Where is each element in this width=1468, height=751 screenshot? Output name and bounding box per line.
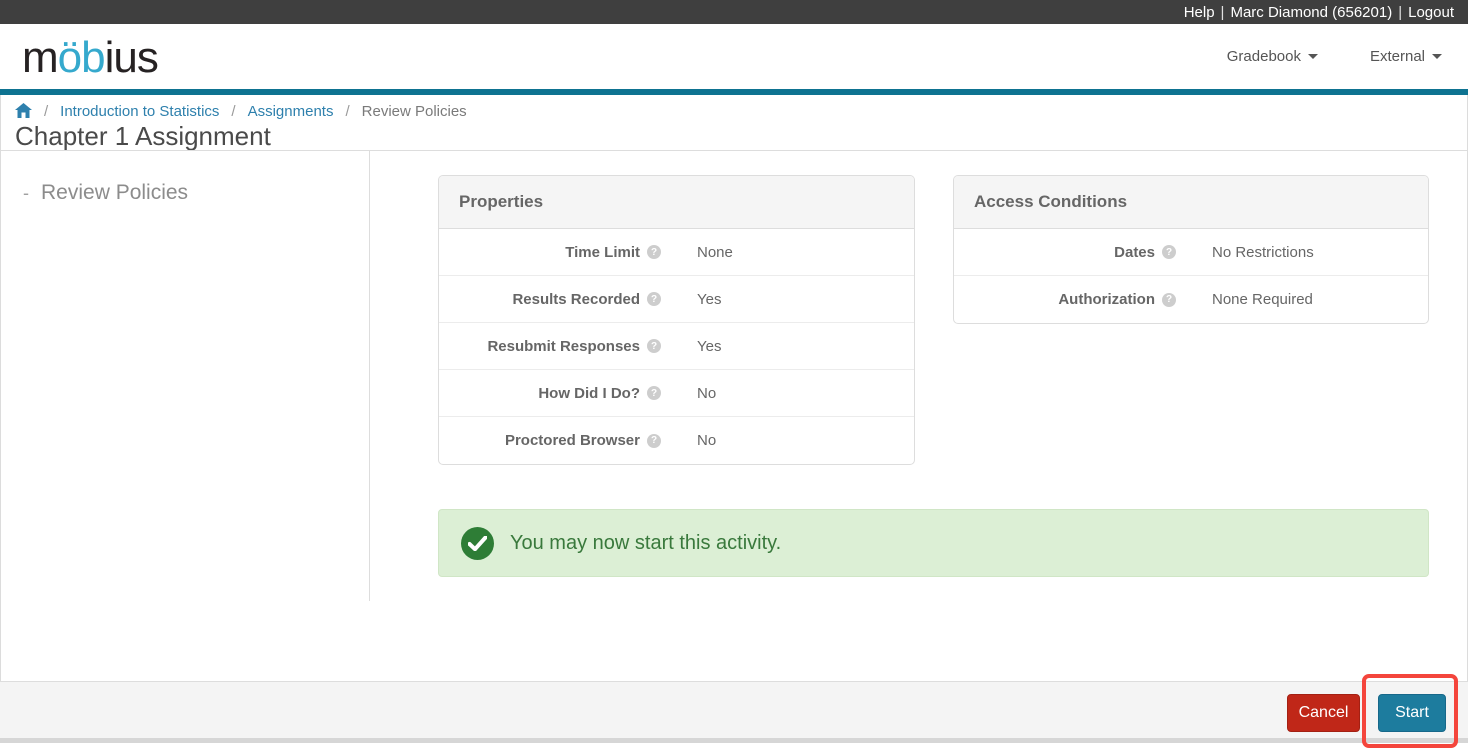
logo-text-dark: ius <box>104 33 159 82</box>
content-area: - Review Policies Properties Time Limit … <box>1 151 1467 738</box>
property-value: No <box>697 432 717 449</box>
property-row-resubmit-responses: Resubmit Responses Yes <box>439 323 914 370</box>
help-icon[interactable] <box>1162 292 1176 307</box>
breadcrumb-separator: / <box>345 102 350 120</box>
access-value: None Required <box>1212 291 1313 308</box>
success-banner: You may now start this activity. <box>438 509 1429 577</box>
property-value: Yes <box>697 337 722 355</box>
mobius-logo: möbius <box>22 30 159 86</box>
footer-bar <box>0 682 1468 738</box>
breadcrumb: / Introduction to Statistics / Assignmen… <box>15 100 467 122</box>
success-message: You may now start this activity. <box>510 531 782 554</box>
breadcrumb-separator: / <box>231 102 236 120</box>
chevron-down-icon <box>1432 54 1442 59</box>
access-label: Dates <box>1114 243 1155 261</box>
access-label: Authorization <box>1058 291 1155 308</box>
breadcrumb-current: Review Policies <box>361 102 467 120</box>
chevron-down-icon <box>1307 54 1318 59</box>
logout-link[interactable]: Logout <box>1408 4 1454 21</box>
external-menu-label: External <box>1369 48 1425 65</box>
access-conditions-panel-title: Access Conditions <box>954 176 1428 229</box>
help-icon[interactable] <box>647 339 661 353</box>
gradebook-menu[interactable]: Gradebook <box>1227 48 1318 65</box>
access-value: No Restrictions <box>1212 243 1314 261</box>
logo-text-blue: öb <box>57 33 106 82</box>
property-label: Resubmit Responses <box>487 337 640 355</box>
access-row-authorization: Authorization None Required <box>954 276 1428 323</box>
topbar-separator: | <box>1220 3 1225 21</box>
sidebar-divider <box>369 151 370 601</box>
check-circle-icon <box>461 526 494 560</box>
property-row-time-limit: Time Limit None <box>439 229 914 276</box>
external-menu[interactable]: External <box>1370 48 1442 65</box>
property-row-how-did-i-do: How Did I Do? No <box>439 370 914 417</box>
access-conditions-panel: Access Conditions Dates No Restrictions … <box>953 175 1429 324</box>
sidebar-item-label: Review Policies <box>41 181 189 204</box>
page-body: / Introduction to Statistics / Assignmen… <box>0 95 1468 738</box>
collapse-dash-icon: - <box>23 183 29 203</box>
property-row-proctored-browser: Proctored Browser No <box>439 417 914 464</box>
cancel-button[interactable]: Cancel <box>1287 694 1360 732</box>
properties-panel-title: Properties <box>439 176 914 229</box>
help-icon[interactable] <box>647 292 661 306</box>
properties-panel: Properties Time Limit None Results Recor… <box>438 175 915 465</box>
property-label: How Did I Do? <box>538 384 640 402</box>
bottom-strip <box>0 738 1468 743</box>
breadcrumb-link-course[interactable]: Introduction to Statistics <box>60 103 219 120</box>
sidebar-item-review-policies[interactable]: - Review Policies <box>23 181 188 205</box>
property-label: Results Recorded <box>512 290 640 308</box>
property-label: Time Limit <box>565 243 640 261</box>
property-label: Proctored Browser <box>504 432 640 449</box>
access-row-dates: Dates No Restrictions <box>954 229 1428 276</box>
page-title: Chapter 1 Assignment <box>15 121 271 151</box>
app-header: möbius Gradebook External <box>0 24 1468 89</box>
help-link[interactable]: Help <box>1184 4 1215 21</box>
property-value: Yes <box>697 290 722 308</box>
topbar-separator: | <box>1398 3 1403 21</box>
help-icon[interactable] <box>647 245 661 259</box>
start-button[interactable]: Start <box>1378 694 1446 732</box>
breadcrumb-link-assignments[interactable]: Assignments <box>248 103 334 120</box>
app-window: Help | Marc Diamond (656201) | Logout mö… <box>0 0 1468 751</box>
gradebook-menu-label: Gradebook <box>1226 48 1301 65</box>
home-icon[interactable] <box>15 103 32 119</box>
top-utility-bar: Help | Marc Diamond (656201) | Logout <box>0 0 1468 24</box>
help-icon[interactable] <box>1162 245 1176 259</box>
logo-text-dark: m <box>22 33 59 82</box>
property-row-results-recorded: Results Recorded Yes <box>439 276 914 323</box>
help-icon[interactable] <box>647 386 661 400</box>
help-icon[interactable] <box>647 433 661 448</box>
logged-in-user: Marc Diamond (656201) <box>1230 3 1393 21</box>
breadcrumb-separator: / <box>44 102 49 120</box>
header-menus: Gradebook External <box>1227 24 1442 89</box>
property-value: None <box>697 243 733 261</box>
property-value: No <box>697 384 717 402</box>
